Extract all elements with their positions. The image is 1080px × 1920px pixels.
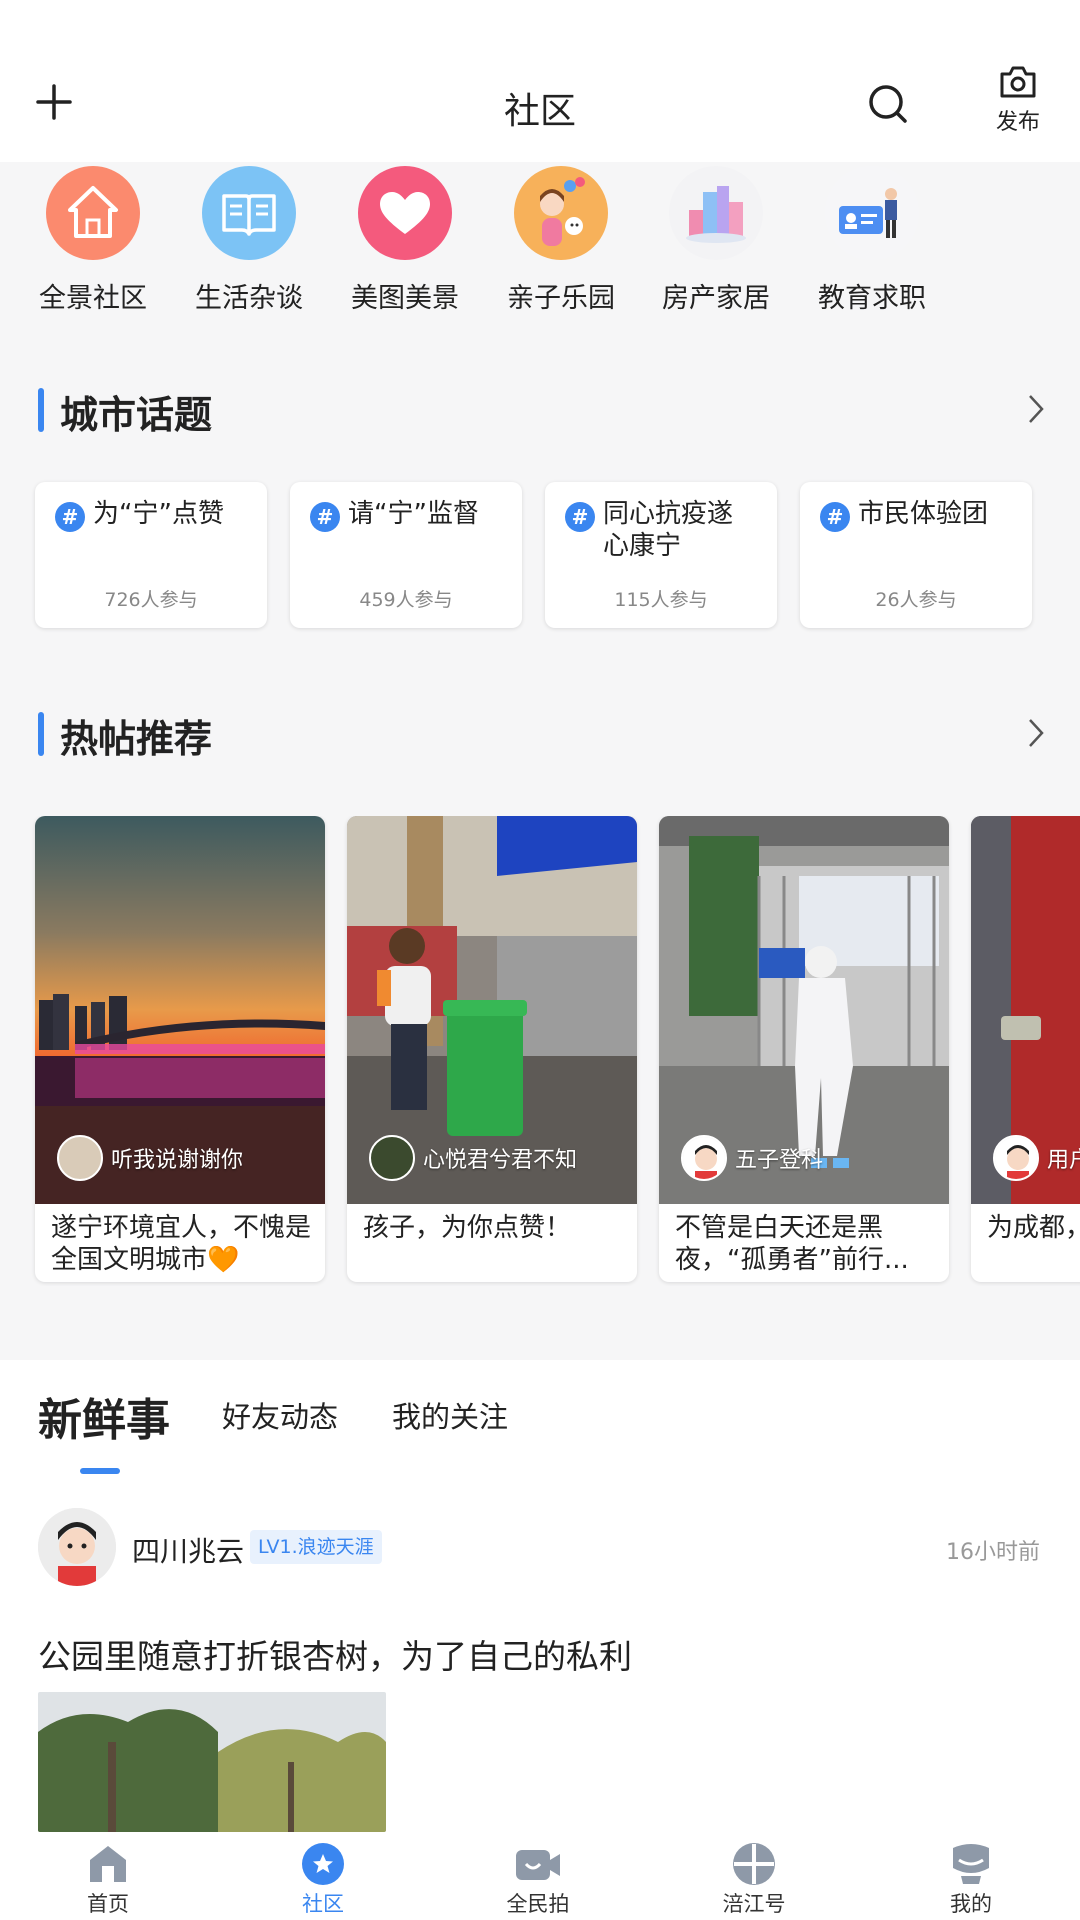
search-icon[interactable] <box>866 82 910 126</box>
nav-label: 社区 <box>302 1892 344 1916</box>
topic-count: 459人参与 <box>359 589 453 611</box>
topic-card[interactable]: # 为“宁”点赞 726人参与 <box>35 482 267 628</box>
hot-posts-header[interactable]: 热帖推荐 <box>0 702 1080 762</box>
camera-icon <box>1000 66 1036 98</box>
post-author[interactable]: 用户 <box>993 1134 1080 1182</box>
post-title: 孩子，为你点赞！ <box>363 1213 572 1243</box>
compass-icon <box>733 1843 775 1885</box>
hot-posts-carousel[interactable]: 听我说谢谢你 遂宁环境宜人，不愧是全国文明城市🧡 心悦君兮君不知 孩子，为你点赞… <box>0 816 1080 1286</box>
topic-name: 为“宁”点赞 <box>93 499 224 529</box>
post-author[interactable]: 五子登科 <box>681 1134 823 1182</box>
section-accent-bar <box>38 712 44 756</box>
category-strip: 全景社区 生活杂谈 美图美景 亲子乐园 房产家居 教育求职 <box>0 162 1080 332</box>
nav-label: 我的 <box>950 1892 992 1916</box>
topic-card[interactable]: # 请“宁”监督 459人参与 <box>290 482 522 628</box>
author-name: 心悦君兮君不知 <box>423 1148 578 1173</box>
hot-post-card[interactable]: 用户 为成都，可以这样 <box>971 816 1080 1282</box>
post-title: 为成都，可以这样 <box>987 1213 1080 1243</box>
post-author[interactable]: 听我说谢谢你 <box>57 1134 243 1182</box>
avatar <box>57 1135 103 1181</box>
nav-quanminpai[interactable]: 全民拍 <box>478 1832 598 1918</box>
post-title: 不管是白天还是黑夜，“孤勇者”前行... <box>675 1213 909 1275</box>
nav-home[interactable]: 首页 <box>48 1832 168 1918</box>
category-label: 生活杂谈 <box>195 283 303 314</box>
nav-fujianghao[interactable]: 涪江号 <box>694 1832 814 1918</box>
tab-following[interactable]: 我的关注 <box>392 1394 508 1436</box>
post-author[interactable]: 心悦君兮君不知 <box>369 1134 577 1182</box>
hot-post-card[interactable]: 听我说谢谢你 遂宁环境宜人，不愧是全国文明城市🧡 <box>35 816 325 1282</box>
author-name: 五子登科 <box>735 1148 824 1173</box>
category-jiaoyu[interactable]: 教育求职 <box>802 166 942 315</box>
feed-tabs: 新鲜事 好友动态 我的关注 <box>0 1384 1080 1474</box>
category-fangchan[interactable]: 房产家居 <box>646 166 786 315</box>
bottom-nav: 首页 社区 全民拍 涪江号 我的 <box>0 1832 1080 1920</box>
book-icon <box>202 166 296 260</box>
camera-video-icon <box>516 1850 560 1880</box>
category-shenghuo[interactable]: 生活杂谈 <box>179 166 319 315</box>
category-meitu[interactable]: 美图美景 <box>335 166 475 315</box>
topic-card[interactable]: # 同心抗疫遂心康宁 115人参与 <box>545 482 777 628</box>
category-label: 亲子乐园 <box>507 283 615 314</box>
topic-name: 请“宁”监督 <box>348 499 479 529</box>
buildings-icon <box>669 166 763 260</box>
topic-count: 26人参与 <box>875 589 957 611</box>
id-card-icon <box>825 166 919 260</box>
heart-icon <box>358 166 452 260</box>
city-topics-header[interactable]: 城市话题 <box>0 378 1080 438</box>
home-icon <box>90 1846 126 1882</box>
topic-card[interactable]: # 市民体验团 26人参与 <box>800 482 1032 628</box>
profile-icon <box>953 1844 989 1884</box>
hot-post-card[interactable]: 心悦君兮君不知 孩子，为你点赞！ <box>347 816 637 1282</box>
page-title: 社区 <box>503 91 576 132</box>
author-name: 听我说谢谢你 <box>111 1148 244 1173</box>
section-accent-bar <box>38 388 44 432</box>
tab-friends[interactable]: 好友动态 <box>222 1394 338 1436</box>
active-tab-indicator <box>80 1468 120 1474</box>
house-icon <box>46 166 140 260</box>
chevron-right-icon[interactable] <box>1024 716 1048 750</box>
nav-label: 首页 <box>87 1892 129 1916</box>
nav-label: 全民拍 <box>506 1892 570 1916</box>
topic-name: 同心抗疫遂心康宁 <box>603 499 734 561</box>
category-quanjing[interactable]: 全景社区 <box>23 166 163 315</box>
nav-profile[interactable]: 我的 <box>911 1832 1031 1918</box>
nav-label: 涪江号 <box>722 1892 786 1916</box>
post-title: 遂宁环境宜人，不愧是全国文明城市🧡 <box>51 1213 312 1275</box>
author-name: 用户 <box>1047 1148 1080 1173</box>
hashtag-icon: # <box>565 502 595 532</box>
publish-button[interactable]: 发布 <box>982 64 1054 136</box>
family-icon <box>514 166 608 260</box>
hashtag-icon: # <box>55 502 85 532</box>
tab-xinxianshi[interactable]: 新鲜事 <box>38 1384 170 1448</box>
hot-post-card[interactable]: 五子登科 不管是白天还是黑夜，“孤勇者”前行... <box>659 816 949 1282</box>
star-icon <box>302 1843 344 1885</box>
nav-community[interactable]: 社区 <box>263 1832 383 1918</box>
post-text[interactable]: 公园里随意打折银杏树，为了自己的私利 <box>38 1630 632 1678</box>
topic-name: 市民体验团 <box>858 499 989 529</box>
avatar <box>993 1135 1039 1181</box>
post-image[interactable] <box>38 1692 386 1832</box>
category-qinzi[interactable]: 亲子乐园 <box>491 166 631 315</box>
section-title: 城市话题 <box>60 393 213 437</box>
avatar <box>681 1135 727 1181</box>
top-header: 社区 发布 <box>0 0 1080 162</box>
publish-label: 发布 <box>995 110 1040 135</box>
category-label: 全景社区 <box>39 283 147 314</box>
chevron-right-icon[interactable] <box>1024 392 1048 426</box>
avatar <box>369 1135 415 1181</box>
post-time: 16小时前 <box>946 1540 1040 1565</box>
section-title: 热帖推荐 <box>60 717 213 761</box>
topic-count: 726人参与 <box>104 589 198 611</box>
category-label: 房产家居 <box>662 283 770 314</box>
category-label: 美图美景 <box>351 283 459 314</box>
avatar[interactable] <box>38 1508 116 1586</box>
topic-count: 115人参与 <box>614 589 708 611</box>
hashtag-icon: # <box>820 502 850 532</box>
level-badge: LV1.浪迹天涯 <box>250 1530 382 1564</box>
hashtag-icon: # <box>310 502 340 532</box>
author-name[interactable]: 四川兆云 <box>132 1530 244 1570</box>
category-label: 教育求职 <box>818 283 926 314</box>
